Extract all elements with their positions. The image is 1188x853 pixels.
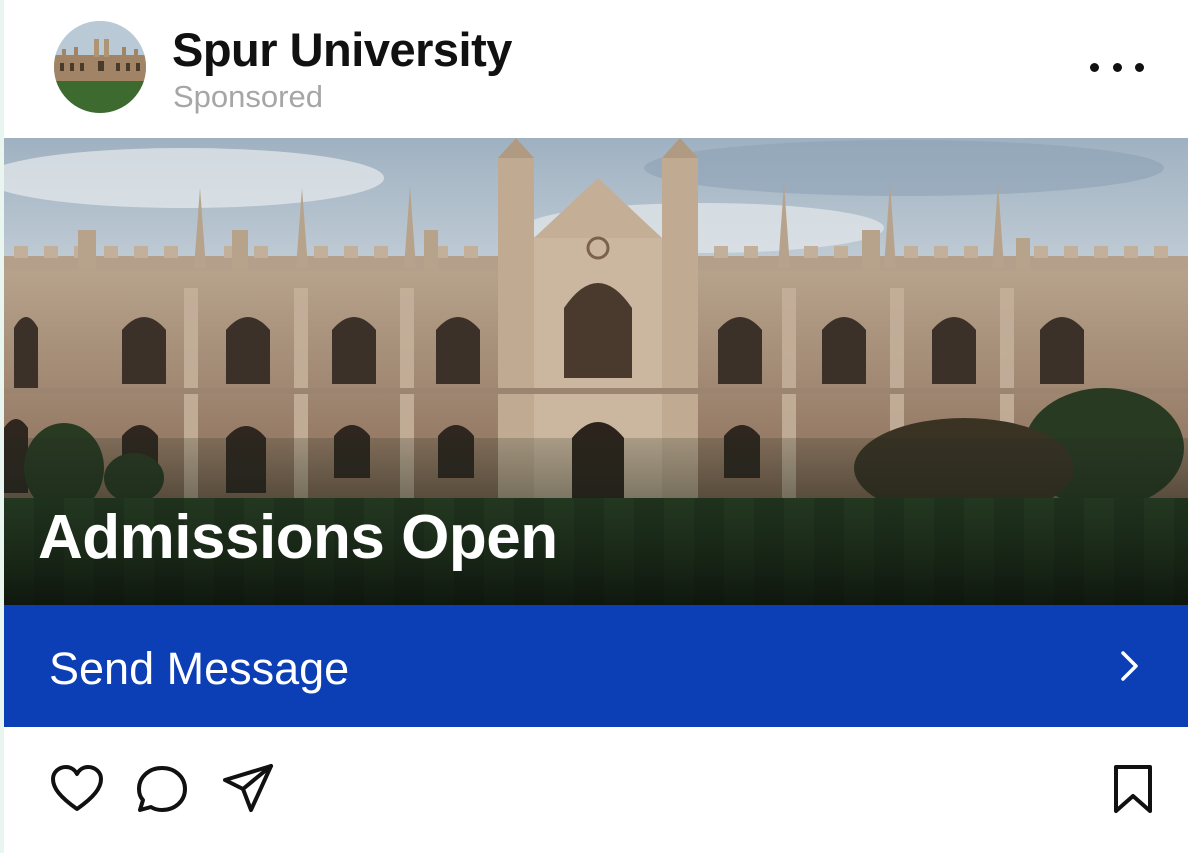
account-name[interactable]: Spur University bbox=[172, 22, 512, 77]
heart-icon[interactable] bbox=[50, 764, 104, 814]
more-dot bbox=[1090, 62, 1099, 72]
more-dot bbox=[1135, 62, 1144, 72]
avatar[interactable] bbox=[54, 21, 146, 113]
more-dot bbox=[1112, 62, 1122, 72]
sponsored-post-card: Spur University Sponsored Admissions Ope… bbox=[4, 0, 1188, 853]
sponsored-label: Sponsored bbox=[173, 79, 323, 114]
comment-icon[interactable] bbox=[135, 764, 189, 814]
post-media[interactable]: Admissions Open bbox=[4, 138, 1188, 605]
bookmark-icon[interactable] bbox=[1110, 763, 1156, 815]
send-message-button[interactable]: Send Message bbox=[4, 605, 1188, 727]
more-options-icon[interactable] bbox=[1090, 52, 1144, 82]
post-actions bbox=[4, 727, 1188, 853]
post-header: Spur University Sponsored bbox=[4, 0, 1188, 138]
chevron-right-icon bbox=[1121, 651, 1138, 681]
media-headline: Admissions Open bbox=[38, 503, 558, 572]
avatar-image bbox=[54, 21, 146, 113]
send-icon[interactable] bbox=[221, 762, 275, 814]
cta-label: Send Message bbox=[49, 643, 350, 694]
